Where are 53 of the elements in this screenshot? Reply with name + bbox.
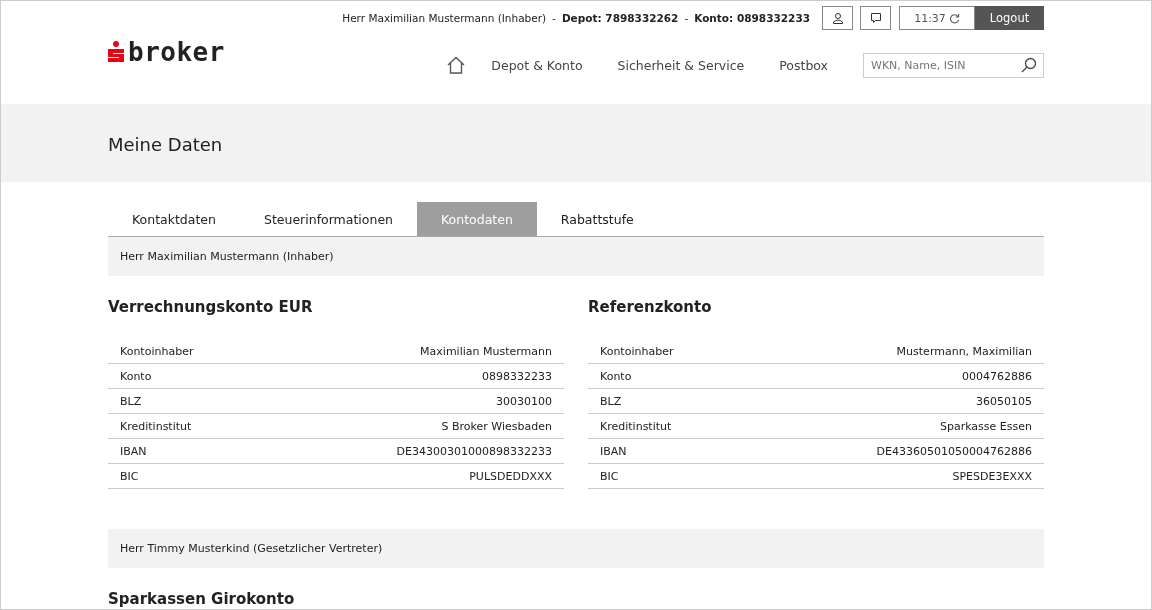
tab[interactable]: Rabattstufe: [536, 202, 658, 236]
field-value: DE43360501050004762886: [876, 444, 1032, 458]
page-title: Meine Daten: [108, 133, 224, 155]
field-value: SPESDE3EXXX: [952, 469, 1032, 483]
search-icon: [1021, 57, 1037, 73]
account-number: Konto: 0898332233: [694, 12, 810, 24]
field-label: BLZ: [120, 394, 142, 408]
field-value: 0898332233: [482, 369, 552, 383]
field-value: Sparkasse Essen: [939, 419, 1032, 433]
search-field[interactable]: WKN, Name, ISIN: [863, 52, 1044, 78]
field-label: Kreditinstitut: [120, 419, 192, 433]
field-label: Konto: [600, 369, 632, 383]
field-label: IBAN: [120, 444, 147, 458]
section-heading: Verrechnungskonto EUR: [108, 298, 314, 316]
home-icon[interactable]: [447, 56, 466, 74]
logo-icon: [108, 41, 124, 63]
account-holder-bar: Herr Maximilian Mustermann (Inhaber): [108, 237, 1044, 276]
nav-link[interactable]: Sicherheit & Service: [617, 57, 745, 73]
field-value: Mustermann, Maximilian: [896, 344, 1032, 358]
field-value: DE34300301000898332233: [396, 444, 552, 458]
nav-link[interactable]: Postbox: [779, 57, 828, 73]
field-value: PULSDEDDXXX: [469, 469, 552, 483]
tab[interactable]: Steuerinformationen: [239, 202, 417, 236]
depot-number: Depot: 7898332262: [561, 12, 679, 24]
user-icon: [831, 12, 844, 24]
section-heading: Sparkassen Girokonto: [108, 590, 296, 608]
field-value: 0004762886: [962, 369, 1032, 383]
field-label: Konto: [120, 369, 152, 383]
field-value: 30030100: [496, 394, 552, 408]
chat-icon: [869, 12, 882, 24]
tab[interactable]: Kontaktdaten: [108, 202, 240, 236]
account-holder-bar: Herr Timmy Musterkind (Gesetzlicher Vertreter): [108, 529, 1044, 568]
separator: -: [684, 12, 689, 24]
field-label: BIC: [120, 469, 139, 483]
field-label: IBAN: [600, 444, 627, 458]
messages-button[interactable]: [860, 6, 891, 30]
field-label: Kontoinhaber: [600, 344, 674, 358]
field-label: Kontoinhaber: [120, 344, 194, 358]
refresh-icon: [948, 12, 960, 24]
session-timer-button[interactable]: 11:37: [899, 6, 975, 30]
field-label: Kreditinstitut: [600, 419, 672, 433]
field-value: S Broker Wiesbaden: [441, 419, 552, 433]
nav-link[interactable]: Depot & Konto: [491, 57, 583, 73]
field-label: BIC: [600, 469, 619, 483]
user-name: Herr Maximilian Mustermann (Inhaber): [342, 12, 547, 24]
profile-button[interactable]: [822, 6, 853, 30]
field-value: 36050105: [976, 394, 1032, 408]
field-label: BLZ: [600, 394, 622, 408]
field-value: Maximilian Mustermann: [420, 344, 552, 358]
logo-text: broker: [128, 40, 225, 64]
separator: -: [552, 12, 556, 24]
section-heading: Referenzkonto: [588, 298, 713, 316]
logout-button[interactable]: Logout: [975, 6, 1044, 30]
